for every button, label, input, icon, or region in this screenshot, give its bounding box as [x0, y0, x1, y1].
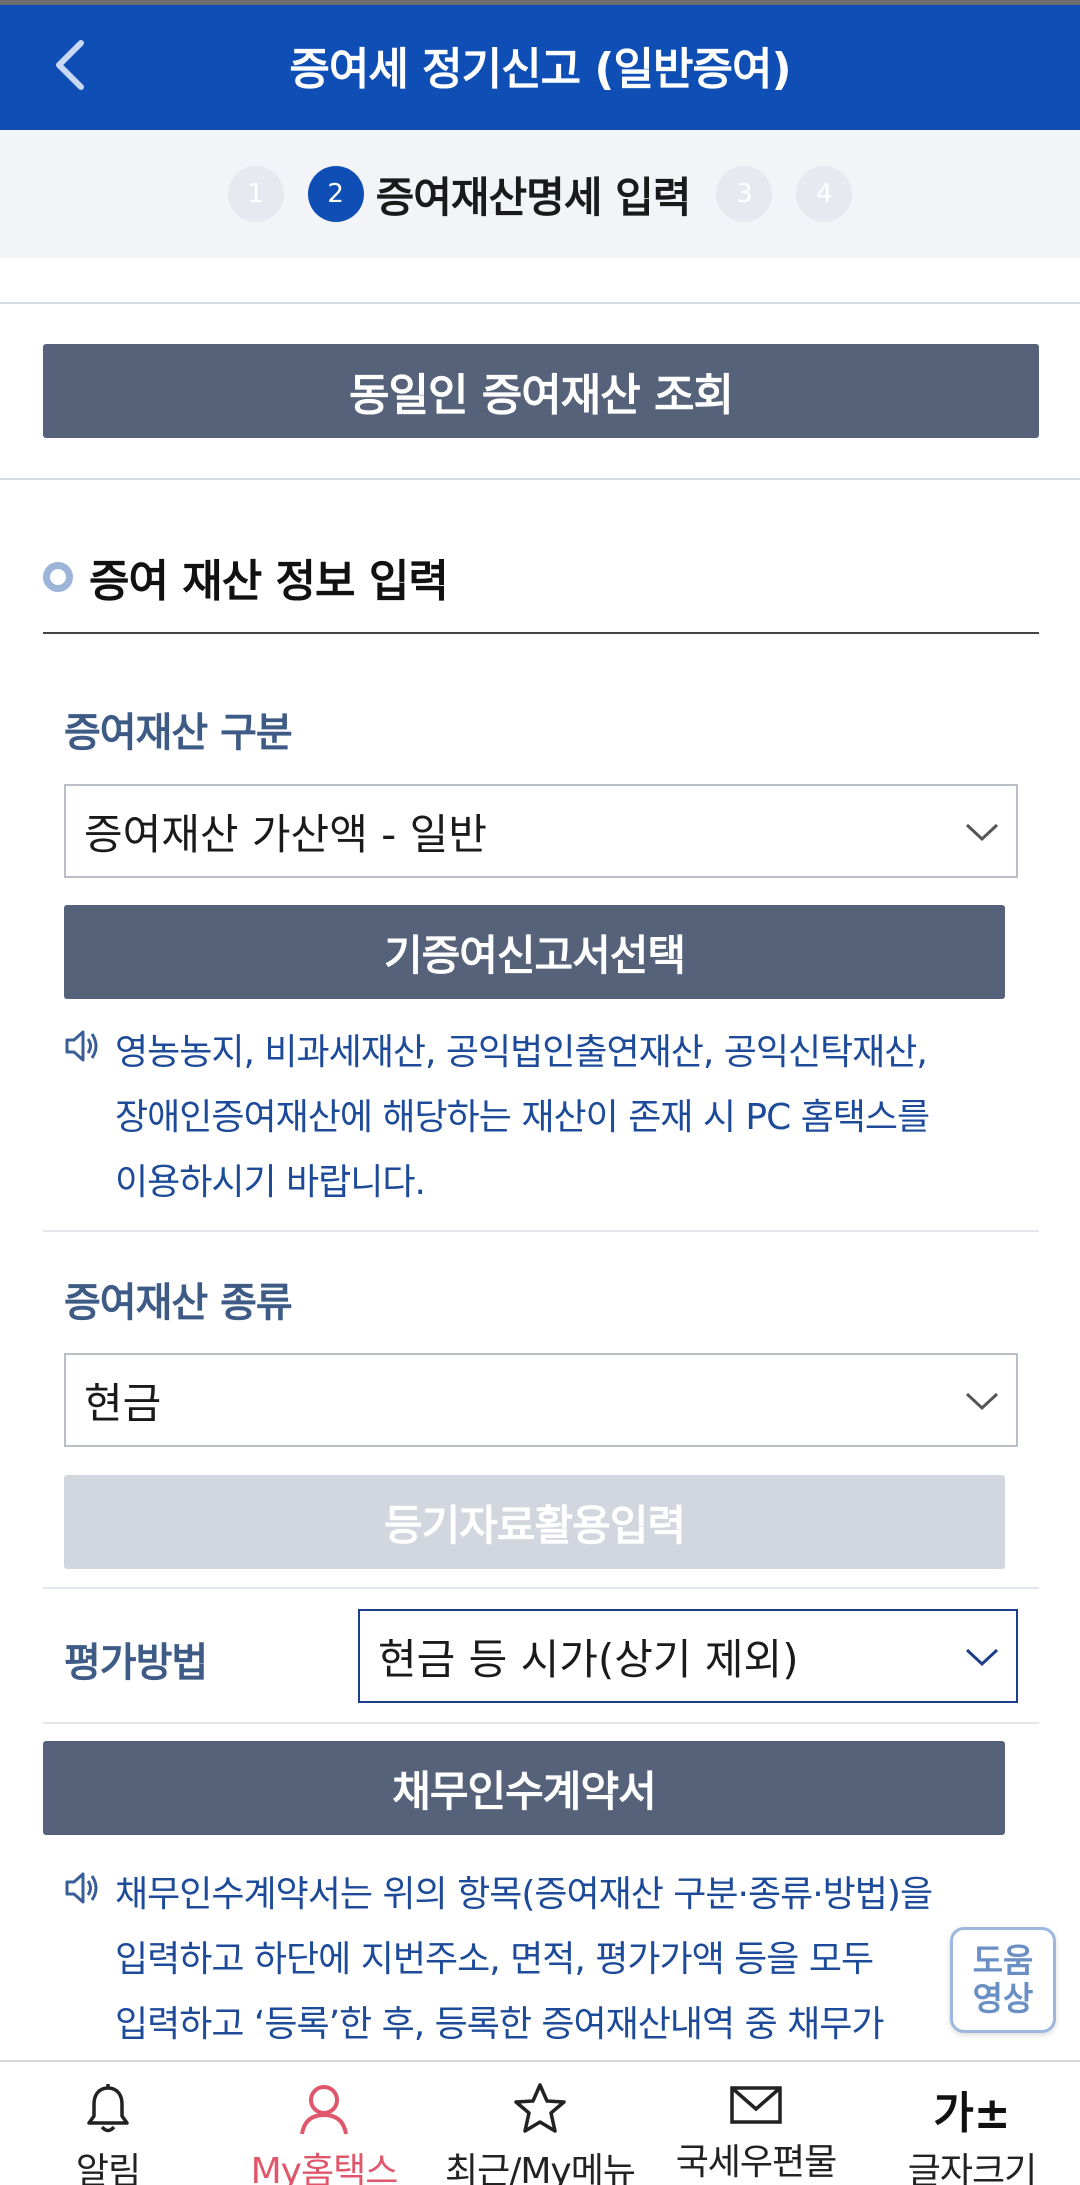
notice-debt-contract: 채무인수계약서는 위의 항목(증여재산 구분·종류·방법)을 입력하고 하단에 … [63, 1862, 933, 2057]
help-line-1: 도움 [972, 1941, 1034, 1980]
person-icon [300, 2085, 348, 2135]
prior-gift-report-select-button[interactable]: 기증여신고서선택 [64, 905, 1005, 999]
status-strip [0, 0, 1080, 5]
active-step-label: 증여재산명세 입력 [375, 172, 692, 222]
notice2-line: 입력하고 ‘등록’한 후, 등록한 증여재산내역 중 채무가 [115, 2004, 885, 2045]
divider [0, 478, 1080, 480]
page-title: 증여세 정기신고 (일반증여) [289, 44, 791, 95]
nav-item-font-size[interactable]: 가± 글자크기 [864, 2062, 1080, 2185]
nav-item-my-hometax[interactable]: My홈택스 [216, 2062, 432, 2185]
nav-label: My홈택스 [250, 2151, 399, 2185]
section-header: 증여 재산 정보 입력 [43, 545, 449, 609]
back-button[interactable] [40, 35, 100, 95]
star-icon [514, 2083, 566, 2133]
divider [43, 1230, 1039, 1232]
category-value: 증여재산 가산액 - 일반 [84, 809, 487, 859]
notice2-line: 채무인수계약서는 위의 항목(증여재산 구분·종류·방법)을 [115, 1874, 933, 1915]
bottom-nav: 알림 My홈택스 최근/My메뉴 국세우편물 가± 글자크기 [0, 2060, 1080, 2185]
chevron-left-icon [56, 40, 84, 90]
nav-label: 국세우편물 [675, 2142, 838, 2183]
registry-data-input-button[interactable]: 등기자료활용입력 [64, 1475, 1005, 1569]
font-size-icon: 가± [933, 2088, 1011, 2139]
type-label: 증여재산 종류 [64, 1280, 293, 1326]
chevron-down-icon [965, 1648, 999, 1667]
divider [43, 1722, 1039, 1724]
category-label: 증여재산 구분 [64, 710, 293, 756]
bell-icon [87, 2084, 129, 2133]
type-select[interactable]: 현금 [64, 1353, 1018, 1447]
category-select[interactable]: 증여재산 가산액 - 일반 [64, 784, 1018, 878]
nav-item-alerts[interactable]: 알림 [0, 2062, 216, 2185]
debt-assumption-contract-button[interactable]: 채무인수계약서 [43, 1741, 1005, 1835]
bullet-ring-icon [43, 562, 73, 592]
step-indicator: 1 2 증여재산명세 입력 3 4 [0, 130, 1080, 258]
notice1-line: 이용하시기 바랍니다. [115, 1162, 426, 1203]
same-person-gift-lookup-button[interactable]: 동일인 증여재산 조회 [43, 344, 1039, 438]
speaker-icon [65, 1030, 98, 1062]
divider [0, 302, 1080, 304]
chevron-down-icon [965, 1392, 999, 1411]
step-2-active: 2 [307, 166, 364, 222]
notice2-line: 입력하고 하단에 지번주소, 면적, 평가가액 등을 모두 [115, 1939, 874, 1980]
valuation-value: 현금 등 시가(상기 제외) [378, 1634, 799, 1684]
nav-label: 알림 [75, 2151, 141, 2185]
nav-item-tax-mail[interactable]: 국세우편물 [648, 2062, 864, 2185]
valuation-select[interactable]: 현금 등 시가(상기 제외) [358, 1609, 1018, 1703]
notice-pc-hometax: 영농농지, 비과세재산, 공익법인출연재산, 공익신탁재산, 장애인증여재산에 … [63, 1020, 930, 1215]
valuation-label: 평가방법 [64, 1640, 208, 1686]
nav-item-recent-menu[interactable]: 최근/My메뉴 [432, 2062, 648, 2185]
speaker-icon [65, 1872, 98, 1904]
nav-label: 글자크기 [907, 2151, 1037, 2185]
step-4: 4 [796, 166, 853, 222]
section-divider [43, 632, 1039, 634]
section-title: 증여 재산 정보 입력 [89, 556, 449, 607]
type-value: 현금 [84, 1378, 162, 1428]
nav-label: 최근/My메뉴 [445, 2151, 636, 2185]
mail-icon [730, 2085, 782, 2124]
notice1-line: 영농농지, 비과세재산, 공익법인출연재산, 공익신탁재산, [115, 1032, 928, 1073]
app-header: 증여세 정기신고 (일반증여) [0, 0, 1080, 130]
help-line-2: 영상 [972, 1979, 1034, 2018]
notice1-line: 장애인증여재산에 해당하는 재산이 존재 시 PC 홈택스를 [115, 1097, 930, 1138]
step-3: 3 [716, 166, 773, 222]
chevron-down-icon [965, 823, 999, 842]
divider [43, 1587, 1039, 1589]
help-video-button[interactable]: 도움 영상 [950, 1927, 1056, 2033]
step-1: 1 [227, 166, 284, 222]
